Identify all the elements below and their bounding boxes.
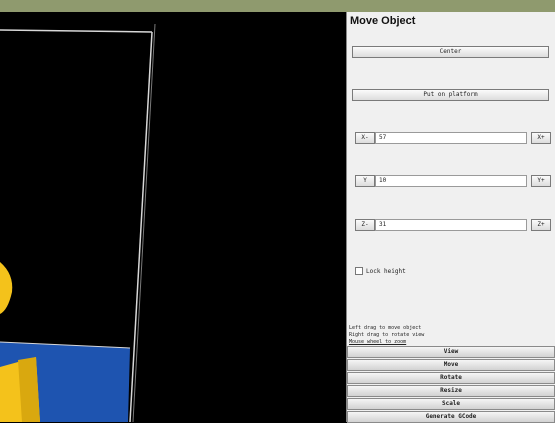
z-plus-button[interactable]: Z+ (531, 219, 551, 231)
rotate-section-button[interactable]: Rotate (347, 372, 555, 384)
generate-gcode-section-button[interactable]: Generate GCode (347, 411, 555, 423)
center-button[interactable]: Center (352, 46, 549, 58)
help-text-line: Mouse wheel to zoom (349, 339, 407, 345)
platform-frame-edge (129, 31, 153, 422)
x-minus-button[interactable]: X- (355, 132, 375, 144)
scale-section-button[interactable]: Scale (347, 398, 555, 410)
move-section-button[interactable]: Move (347, 359, 555, 371)
y-minus-button[interactable]: Y (355, 175, 375, 187)
view-section-button[interactable]: View (347, 346, 555, 358)
help-text-line: Right drag to rotate view (349, 332, 425, 338)
put-on-platform-button[interactable]: Put on platform (352, 89, 549, 101)
y-coordinate-input[interactable]: 10 (375, 175, 527, 187)
z-coordinate-input[interactable]: 31 (375, 219, 527, 231)
move-object-panel: Move Object Center Put on platform X- 57… (346, 12, 555, 423)
scene-canvas (0, 23, 156, 422)
panel-title: Move Object (350, 15, 416, 27)
lock-height-row[interactable]: Lock height (355, 266, 406, 276)
lock-height-checkbox[interactable] (355, 267, 363, 275)
lock-height-label: Lock height (366, 267, 406, 275)
help-text-line: Left drag to move object (349, 325, 422, 331)
x-plus-button[interactable]: X+ (531, 132, 551, 144)
z-minus-button[interactable]: Z- (355, 219, 375, 231)
x-coordinate-input[interactable]: 57 (375, 132, 527, 144)
platform-frame-top (0, 29, 153, 33)
resize-section-button[interactable]: Resize (347, 385, 555, 397)
y-plus-button[interactable]: Y+ (531, 175, 551, 187)
object-part-upper[interactable] (0, 262, 13, 314)
platform-frame-shadow (132, 23, 156, 422)
window-title-bar (0, 0, 555, 12)
3d-viewport[interactable] (0, 12, 346, 422)
